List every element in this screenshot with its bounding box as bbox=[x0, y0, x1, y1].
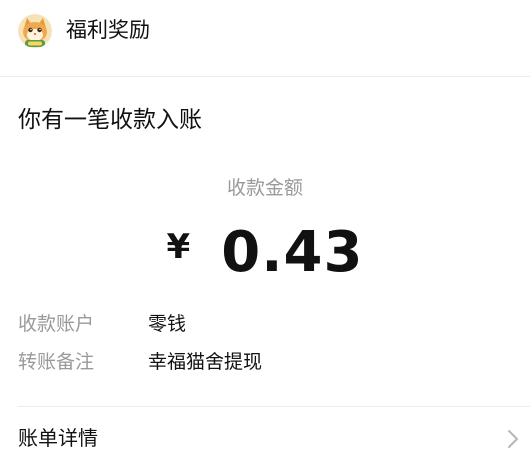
detail-row-note: 转账备注 幸福猫舍提现 bbox=[18, 347, 518, 377]
detail-row-account: 收款账户 零钱 bbox=[18, 309, 518, 339]
currency-symbol: ¥ bbox=[166, 226, 191, 267]
amount-label: 收款金额 bbox=[226, 177, 303, 199]
detail-value: 幸福猫舍提现 bbox=[148, 351, 263, 373]
chevron-right-icon bbox=[508, 430, 518, 448]
message-title: 你有一笔收款入账 bbox=[18, 107, 202, 133]
bill-details-link[interactable]: 账单详情 bbox=[0, 407, 530, 453]
amount-display: ¥ 0.43 bbox=[0, 220, 530, 290]
amount-value: 0.43 bbox=[221, 220, 364, 285]
detail-label: 收款账户 bbox=[18, 313, 95, 335]
header-title: 福利奖励 bbox=[66, 18, 150, 42]
cat-avatar-icon-graphic bbox=[18, 14, 52, 48]
cat-avatar-icon[interactable] bbox=[18, 14, 52, 48]
app-header: 福利奖励 bbox=[0, 0, 530, 76]
header-divider bbox=[0, 76, 530, 77]
detail-label: 转账备注 bbox=[18, 351, 95, 373]
bill-details-label: 账单详情 bbox=[18, 426, 98, 450]
detail-value: 零钱 bbox=[148, 313, 187, 335]
